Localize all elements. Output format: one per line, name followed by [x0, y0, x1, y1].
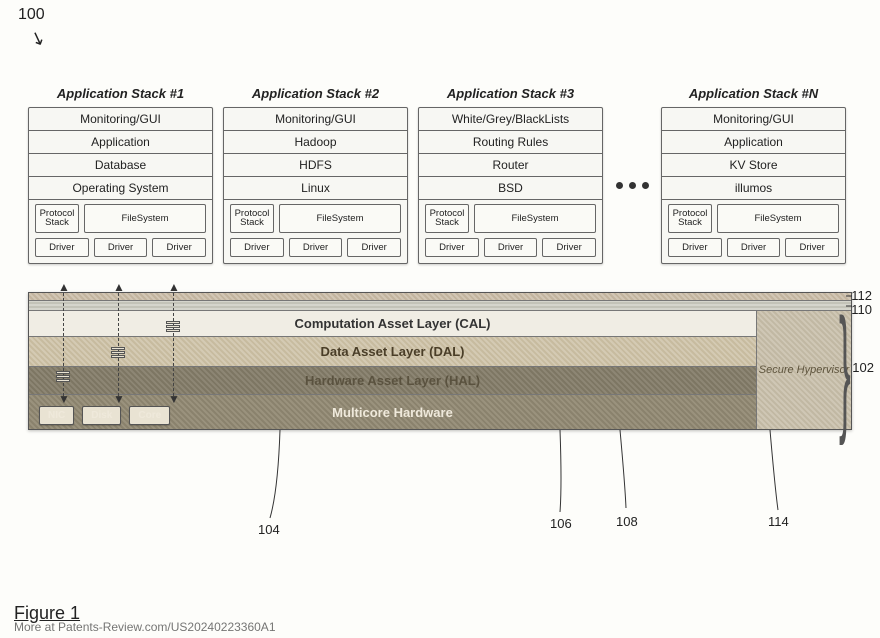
stack-2-driver-2: Driver [347, 238, 401, 257]
ref-number-114: 114 [768, 514, 789, 529]
stack-3-row-0: White/Grey/BlackLists [419, 108, 602, 130]
buffer-icon-nic [56, 370, 70, 388]
layer-dal: Data Asset Layer (DAL) [29, 337, 756, 367]
hw-disk: Disk [82, 406, 121, 425]
stack-n-row-1: Application [662, 130, 845, 153]
layer-hardware-label: Multicore Hardware [332, 405, 453, 420]
stack-3-title: Application Stack #3 [418, 82, 603, 107]
stack-2-protocol-stack: Protocol Stack [230, 204, 274, 233]
stack-3-protocol-stack: Protocol Stack [425, 204, 469, 233]
secure-hypervisor: Secure Hypervisor [756, 311, 851, 429]
stack-3-driver-2: Driver [542, 238, 596, 257]
arrow-up-icon: ▲ [113, 280, 125, 294]
platform-thin-bar-1 [29, 293, 851, 301]
stack-n-row-2: KV Store [662, 153, 845, 176]
hardware-boxes: NIC Disk Core [39, 406, 170, 425]
stack-3-driver-1: Driver [484, 238, 538, 257]
arrow-up-icon: ▲ [168, 280, 180, 294]
arrow-down-icon: ▼ [168, 392, 180, 406]
layer-hal: Hardware Asset Layer (HAL) [29, 367, 756, 395]
ref-100-arrow: ↘ [27, 26, 48, 51]
ref-number-106: 106 [550, 516, 572, 531]
stack-2-driver-1: Driver [289, 238, 343, 257]
stack-2-filesystem: FileSystem [279, 204, 401, 233]
hw-nic: NIC [39, 406, 74, 425]
stack-1-driver-1: Driver [94, 238, 148, 257]
stack-1-row-2: Database [29, 153, 212, 176]
stack-3-subgrid: Protocol Stack FileSystem Driver Driver … [419, 199, 602, 263]
stack-1-title: Application Stack #1 [28, 82, 213, 107]
platform-block: Computation Asset Layer (CAL) Data Asset… [28, 292, 852, 430]
stack-3-row-3: BSD [419, 176, 602, 199]
stack-1: Application Stack #1 Monitoring/GUI Appl… [28, 82, 213, 264]
stack-n-row-0: Monitoring/GUI [662, 108, 845, 130]
layer-cal: Computation Asset Layer (CAL) [29, 311, 756, 337]
stack-2: Application Stack #2 Monitoring/GUI Hado… [223, 82, 408, 264]
ref-number-102: 102 [852, 360, 874, 375]
ref-number-104: 104 [258, 522, 280, 537]
stack-2-row-1: Hadoop [224, 130, 407, 153]
stack-3-filesystem: FileSystem [474, 204, 596, 233]
arrow-down-icon: ▼ [113, 392, 125, 406]
stack-1-row-1: Application [29, 130, 212, 153]
platform-layers: Computation Asset Layer (CAL) Data Asset… [29, 311, 756, 429]
stack-n-driver-2: Driver [785, 238, 839, 257]
stack-n-row-3: illumos [662, 176, 845, 199]
stack-1-protocol-stack: Protocol Stack [35, 204, 79, 233]
stack-n-protocol-stack: Protocol Stack [668, 204, 712, 233]
stack-1-filesystem: FileSystem [84, 204, 206, 233]
buffer-icon-core [166, 320, 180, 338]
stack-3-row-1: Routing Rules [419, 130, 602, 153]
buffer-icon-disk [111, 346, 125, 364]
ellipsis-icon [613, 182, 651, 189]
platform-thin-bar-2 [29, 301, 851, 311]
stack-n-title: Application Stack #N [661, 82, 846, 107]
stack-1-subgrid: Protocol Stack FileSystem Driver Driver … [29, 199, 212, 263]
application-stacks-row: Application Stack #1 Monitoring/GUI Appl… [28, 82, 852, 264]
stack-1-driver-2: Driver [152, 238, 206, 257]
stack-2-row-3: Linux [224, 176, 407, 199]
ref-number-112: 112 [851, 288, 872, 303]
stack-2-row-0: Monitoring/GUI [224, 108, 407, 130]
stack-n: Application Stack #N Monitoring/GUI Appl… [661, 82, 846, 264]
hw-core: Core [129, 406, 170, 425]
stack-2-row-2: HDFS [224, 153, 407, 176]
stack-2-title: Application Stack #2 [223, 82, 408, 107]
stack-3-row-2: Router [419, 153, 602, 176]
stack-n-driver-0: Driver [668, 238, 722, 257]
stack-2-driver-0: Driver [230, 238, 284, 257]
ref-number-108: 108 [616, 514, 638, 529]
arrow-down-icon: ▼ [58, 392, 70, 406]
stack-3-driver-0: Driver [425, 238, 479, 257]
stack-1-row-3: Operating System [29, 176, 212, 199]
ref-number-110: 110 [851, 302, 872, 317]
arrow-up-icon: ▲ [58, 280, 70, 294]
stack-3: Application Stack #3 White/Grey/BlackLis… [418, 82, 603, 264]
layer-hardware: Multicore Hardware NIC Disk Core [29, 395, 756, 429]
ref-number-100: 100 [18, 6, 45, 24]
stack-n-subgrid: Protocol Stack FileSystem Driver Driver … [662, 199, 845, 263]
stack-2-subgrid: Protocol Stack FileSystem Driver Driver … [224, 199, 407, 263]
stack-1-row-0: Monitoring/GUI [29, 108, 212, 130]
connector-core [173, 288, 174, 396]
stack-n-driver-1: Driver [727, 238, 781, 257]
connector-disk [118, 288, 119, 396]
watermark-text: More at Patents-Review.com/US20240223360… [14, 620, 276, 634]
stack-n-filesystem: FileSystem [717, 204, 839, 233]
stack-1-driver-0: Driver [35, 238, 89, 257]
